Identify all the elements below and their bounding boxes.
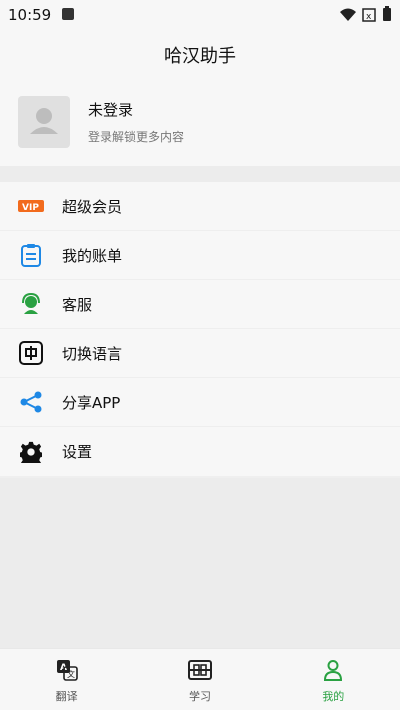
translate-icon: A 文 <box>54 657 80 683</box>
language-icon <box>18 340 44 366</box>
menu-item-customer-service[interactable]: 客服 <box>0 280 400 329</box>
nav-translate[interactable]: A 文 翻译 <box>0 649 133 710</box>
svg-text:x: x <box>366 12 372 22</box>
menu-item-settings[interactable]: 设置 <box>0 427 400 476</box>
menu-item-language[interactable]: 切换语言 <box>0 329 400 378</box>
svg-text:文: 文 <box>67 669 75 679</box>
avatar[interactable] <box>18 96 70 148</box>
menu-label: 设置 <box>62 443 93 461</box>
section-divider <box>0 166 400 182</box>
page-title: 哈汉助手 <box>164 46 236 67</box>
profile-login-row[interactable]: 未登录 登录解锁更多内容 <box>18 96 184 148</box>
vip-icon: VIP <box>18 193 44 219</box>
customer-service-icon <box>18 291 44 317</box>
nav-label: 翻译 <box>55 690 78 703</box>
menu-label: 切换语言 <box>62 344 123 363</box>
signal-icon: x <box>362 7 376 26</box>
bill-icon <box>18 242 44 268</box>
login-status: 未登录 <box>88 101 134 119</box>
svg-text:VIP: VIP <box>22 203 39 213</box>
menu-label: 分享APP <box>62 393 121 412</box>
status-time: 10:59 <box>8 6 52 24</box>
status-bar: 10:59 x <box>0 0 400 28</box>
settings-menu: VIP 超级会员 我的账单 客服 切换语言 分享APP 设置 <box>0 182 400 476</box>
study-icon <box>187 657 213 683</box>
share-icon <box>18 389 44 415</box>
nav-label: 学习 <box>188 690 211 703</box>
menu-item-bills[interactable]: 我的账单 <box>0 231 400 280</box>
bottom-nav: A 文 翻译 学习 我的 <box>0 648 400 710</box>
wifi-icon <box>340 7 356 26</box>
user-icon <box>320 657 346 683</box>
nav-study[interactable]: 学习 <box>133 649 266 710</box>
profile-section: 哈汉助手 未登录 登录解锁更多内容 <box>0 28 400 166</box>
menu-item-vip[interactable]: VIP 超级会员 <box>0 182 400 231</box>
menu-item-share[interactable]: 分享APP <box>0 378 400 427</box>
menu-label: 客服 <box>62 295 93 314</box>
status-icons: x <box>340 6 392 26</box>
nav-mine[interactable]: 我的 <box>267 649 400 710</box>
login-hint: 登录解锁更多内容 <box>88 130 185 144</box>
battery-icon <box>382 6 392 26</box>
nav-label: 我的 <box>322 690 345 703</box>
empty-content-area <box>0 478 400 648</box>
menu-label: 超级会员 <box>62 197 123 216</box>
app-notification-icon <box>62 8 74 20</box>
default-avatar-icon <box>30 108 58 134</box>
menu-label: 我的账单 <box>62 246 123 265</box>
gear-icon <box>18 439 44 465</box>
